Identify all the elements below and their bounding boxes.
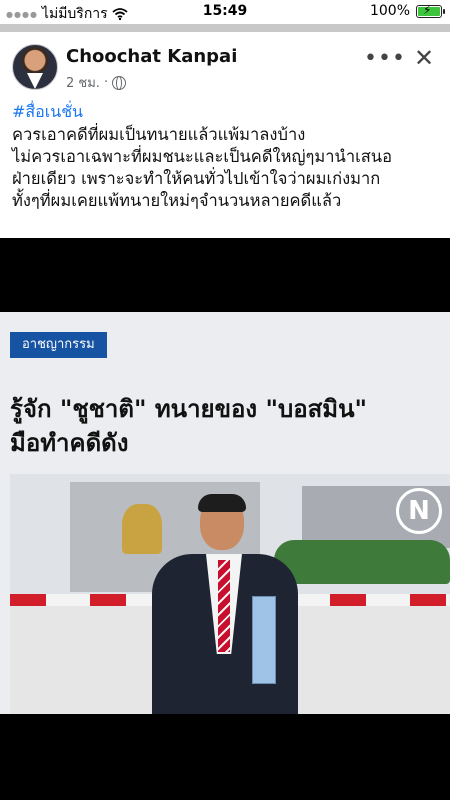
headline-line: รู้จัก "ชูชาติ" ทนายของ "บอสมิน" (10, 395, 368, 423)
charging-bolt-icon: ⚡ (423, 2, 432, 17)
post-meta: 2 ชม. · (66, 72, 127, 93)
tie (218, 560, 230, 652)
post-text-line: ทั้งๆที่ผมเคยแพ้ทนายใหม่ๆจำนวนหลายคดีแล้… (12, 191, 342, 210)
more-options-button[interactable]: ••• (364, 46, 406, 71)
post-text-line: ฝ่ายเดียว เพราะจะทำให้คนทั่วไปเข้าใจว่าผ… (12, 169, 381, 188)
close-button[interactable]: ✕ (414, 44, 434, 72)
headline: รู้จัก "ชูชาติ" ทนายของ "บอสมิน" มือทำคด… (10, 392, 440, 460)
folder (252, 596, 276, 684)
shared-image[interactable]: อาชญากรรม รู้จัก "ชูชาติ" ทนายของ "บอสมิ… (0, 312, 450, 714)
avatar[interactable] (12, 44, 58, 90)
post-text-line: ควรเอาคดีที่ผมเป็นทนายแล้วแพ้มาลงบ้าง (12, 125, 306, 144)
globe-icon (112, 75, 127, 90)
post-text-line: ไม่ควรเอาเฉพาะที่ผมชนะและเป็นคดีใหญ่ๆมาน… (12, 147, 392, 166)
post-time[interactable]: 2 ชม. (66, 72, 100, 93)
author-name[interactable]: Choochat Kanpai (66, 46, 237, 67)
nation-logo-icon: N (396, 488, 442, 534)
top-divider (0, 24, 450, 32)
hashtag-link[interactable]: #สื่อเนชั่น (12, 100, 83, 125)
meta-separator: · (103, 75, 109, 90)
battery-charging-icon: ⚡ (416, 2, 445, 18)
post-card: Choochat Kanpai 2 ชม. · ••• ✕ #สื่อเนชั่… (0, 32, 450, 238)
news-photo: N (10, 474, 450, 714)
headline-line: มือทำคดีดัง (10, 429, 129, 457)
status-bar: ●●●● ไม่มีบริการ 15:49 100% ⚡ (0, 0, 450, 24)
post-text: ควรเอาคดีที่ผมเป็นทนายแล้วแพ้มาลงบ้าง ไม… (12, 124, 442, 212)
lawyer-figure (152, 494, 298, 714)
hedge (274, 540, 450, 584)
battery-group: 100% ⚡ (369, 2, 445, 19)
battery-percent: 100% (369, 3, 410, 19)
category-badge: อาชญากรรม (10, 332, 107, 358)
hair (198, 494, 246, 512)
